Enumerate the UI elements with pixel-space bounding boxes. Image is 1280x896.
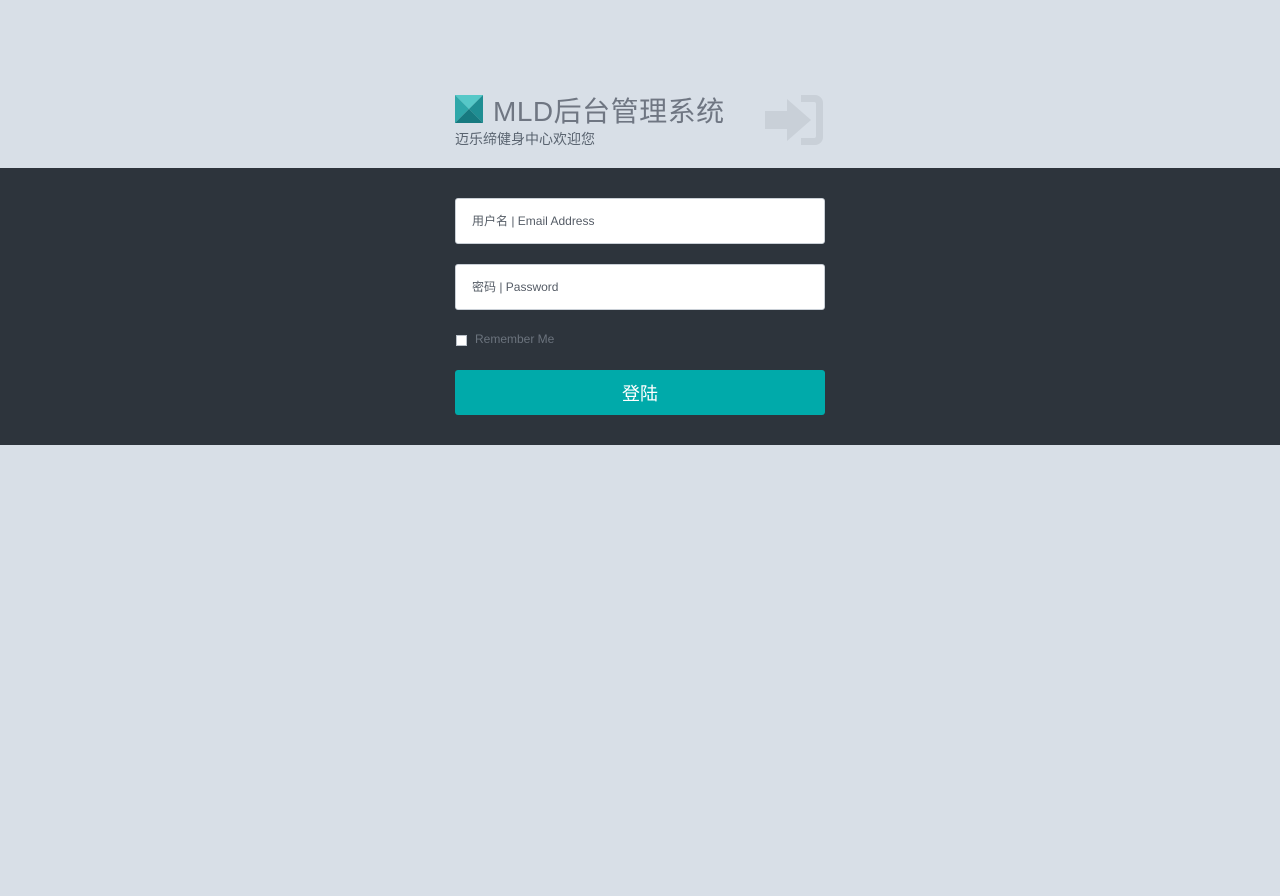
username-field	[455, 198, 825, 244]
login-button[interactable]: 登陆	[455, 370, 825, 415]
page-subtitle: 迈乐缔健身中心欢迎您	[455, 131, 595, 147]
remember-label: Remember Me	[475, 332, 555, 346]
login-band: Remember Me 登陆	[0, 168, 1280, 445]
sign-in-icon	[765, 95, 823, 145]
header-area: MLD后台管理系统 迈乐缔健身中心欢迎您	[0, 0, 1280, 168]
cube-logo-icon	[455, 95, 483, 123]
login-page: MLD后台管理系统 迈乐缔健身中心欢迎您 Remember Me 登陆	[0, 0, 1280, 896]
brand: MLD后台管理系统 迈乐缔健身中心欢迎您	[455, 88, 825, 158]
remember-checkbox[interactable]	[456, 335, 467, 346]
page-title: MLD后台管理系统	[493, 96, 725, 127]
username-input[interactable]	[456, 199, 824, 243]
password-input[interactable]	[456, 265, 824, 309]
password-field	[455, 264, 825, 310]
remember-me[interactable]: Remember Me	[455, 332, 655, 348]
